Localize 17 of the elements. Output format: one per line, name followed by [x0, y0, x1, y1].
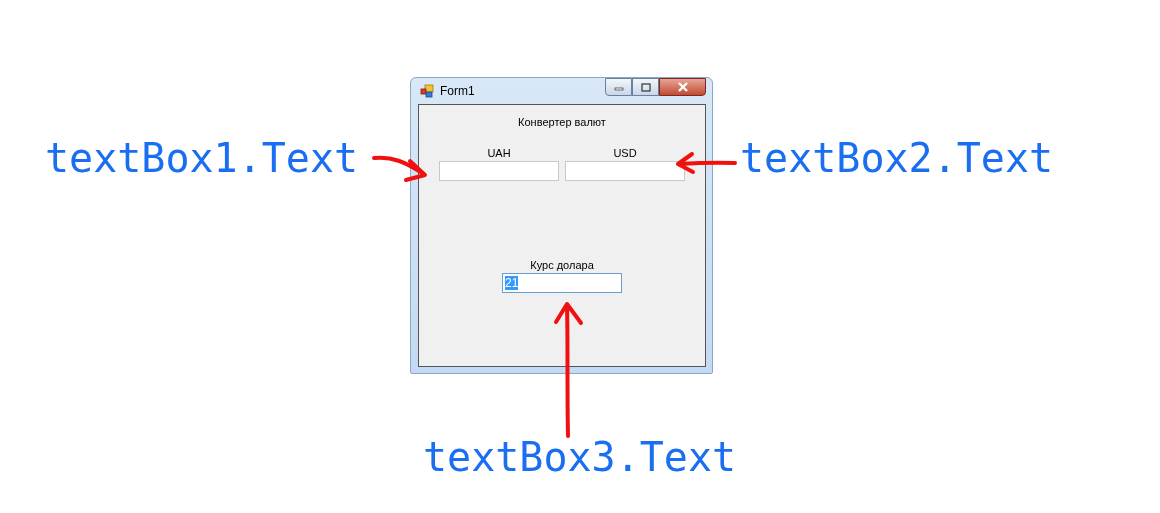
annotation-label: textBox1.Text: [45, 134, 359, 183]
field-label: Курс долара: [530, 259, 594, 271]
maximize-icon: [640, 82, 651, 92]
minimize-button[interactable]: [605, 78, 632, 96]
close-button[interactable]: [659, 78, 706, 96]
close-icon: [676, 82, 689, 92]
maximize-button[interactable]: [632, 78, 659, 96]
arrow: [674, 150, 738, 176]
window-title: Form1: [440, 84, 475, 98]
text-box[interactable]: [565, 161, 685, 181]
annotation-label: textBox2.Text: [740, 134, 1054, 183]
form-heading: Конвертер валют: [518, 116, 606, 128]
annotation-label: textBox3.Text: [423, 433, 737, 482]
text-box[interactable]: 21: [502, 273, 622, 293]
app-icon: [420, 84, 434, 98]
field-label: UAH: [487, 147, 511, 159]
field-label: USD: [613, 147, 637, 159]
